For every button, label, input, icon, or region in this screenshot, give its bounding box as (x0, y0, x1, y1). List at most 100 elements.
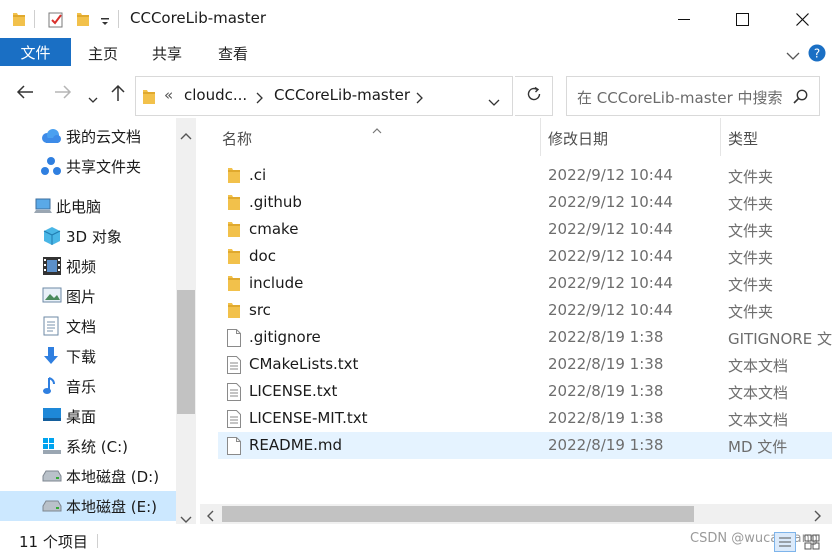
scroll-left-icon[interactable] (206, 508, 214, 526)
chevron-right-icon[interactable] (256, 90, 264, 108)
nav-item-videos[interactable]: 视频 (0, 251, 176, 281)
nav-item-label: 本地磁盘 (D:) (66, 467, 160, 486)
file-name: CMakeLists.txt (249, 355, 359, 373)
nav-item-documents[interactable]: 文档 (0, 311, 176, 341)
file-row[interactable]: LICENSE.txt 2022/8/19 1:38 文本文档 (218, 378, 832, 405)
nav-item-label: 视频 (66, 257, 97, 276)
file-row[interactable]: README.md 2022/8/19 1:38 MD 文件 (218, 432, 832, 459)
nav-item-label: 3D 对象 (66, 227, 122, 246)
folder-icon[interactable] (12, 11, 26, 31)
details-view-button[interactable] (774, 532, 796, 552)
tab-share[interactable]: 共享 (152, 43, 182, 64)
column-header-date[interactable]: 修改日期 (548, 118, 718, 158)
file-row[interactable]: include 2022/9/12 10:44 文件夹 (218, 270, 832, 297)
nav-item-pictures[interactable]: 图片 (0, 281, 176, 311)
search-box[interactable]: 在 CCCoreLib-master 中搜索 (566, 76, 820, 116)
file-row[interactable]: src 2022/9/12 10:44 文件夹 (218, 297, 832, 324)
file-name: LICENSE-MIT.txt (249, 409, 368, 427)
nav-item-label: 系统 (C:) (66, 437, 128, 456)
back-arrow-icon[interactable] (16, 84, 34, 104)
nav-scrollbar[interactable] (176, 118, 196, 524)
file-date: 2022/9/12 10:44 (548, 166, 673, 184)
file-row[interactable]: .ci 2022/9/12 10:44 文件夹 (218, 162, 832, 189)
address-bar[interactable]: « cloudc... CCCoreLib-master (135, 76, 513, 116)
file-date: 2022/8/19 1:38 (548, 355, 664, 373)
downloads-icon (42, 346, 62, 366)
folder-icon (226, 247, 244, 267)
address-segment-parent[interactable]: cloudc... (184, 86, 247, 104)
nav-item-drive-c[interactable]: 系统 (C:) (0, 431, 176, 461)
scroll-thumb[interactable] (222, 506, 694, 522)
file-date: 2022/9/12 10:44 (548, 301, 673, 319)
local-disk-icon (42, 469, 62, 489)
column-header-type[interactable]: 类型 (728, 118, 832, 158)
qat-dropdown-icon[interactable] (100, 13, 110, 31)
address-dropdown-icon[interactable] (488, 93, 500, 111)
nav-item-label: 本地磁盘 (E:) (66, 497, 158, 516)
recent-locations-icon[interactable] (88, 90, 98, 108)
forward-arrow-icon[interactable] (54, 84, 72, 104)
search-icon[interactable] (793, 89, 808, 108)
large-icons-view-button[interactable] (804, 534, 820, 554)
file-name: LICENSE.txt (249, 382, 338, 400)
refresh-button[interactable] (515, 76, 553, 116)
nav-item-shared-folder[interactable]: 共享文件夹 (0, 151, 176, 181)
nav-item-downloads[interactable]: 下载 (0, 341, 176, 371)
title-bar: CCCoreLib-master (0, 0, 832, 38)
nav-item-3d-objects[interactable]: 3D 对象 (0, 221, 176, 251)
address-overflow[interactable]: « (164, 86, 173, 104)
column-divider[interactable] (720, 118, 721, 156)
file-name: .gitignore (249, 328, 321, 346)
maximize-button[interactable] (712, 0, 772, 38)
file-row[interactable]: CMakeLists.txt 2022/8/19 1:38 文本文档 (218, 351, 832, 378)
expand-ribbon-icon[interactable] (786, 47, 800, 65)
scroll-thumb[interactable] (177, 290, 195, 414)
chevron-right-icon[interactable] (416, 90, 424, 108)
file-row[interactable]: .github 2022/9/12 10:44 文件夹 (218, 189, 832, 216)
scroll-up-icon[interactable] (180, 126, 192, 144)
file-list-scrollbar[interactable] (200, 504, 832, 524)
file-row[interactable]: LICENSE-MIT.txt 2022/8/19 1:38 文本文档 (218, 405, 832, 432)
folder-icon (142, 87, 156, 109)
nav-item-drive-d[interactable]: 本地磁盘 (D:) (0, 461, 176, 491)
column-divider[interactable] (540, 118, 541, 156)
file-type: 文件夹 (728, 168, 774, 186)
text-file-icon (226, 409, 244, 429)
cloud-docs-icon (40, 126, 61, 146)
file-row[interactable]: doc 2022/9/12 10:44 文件夹 (218, 243, 832, 270)
help-icon[interactable]: ? (808, 44, 826, 66)
file-date: 2022/9/12 10:44 (548, 193, 673, 211)
system-drive-icon (42, 437, 62, 457)
folder-icon (226, 220, 244, 240)
column-header-name[interactable]: 名称 (222, 118, 542, 158)
close-button[interactable] (772, 0, 832, 38)
nav-item-label: 图片 (66, 287, 97, 306)
column-header-label: 修改日期 (548, 129, 609, 148)
nav-item-drive-e[interactable]: 本地磁盘 (E:) (0, 491, 176, 521)
text-file-icon (226, 355, 244, 375)
address-segment-current[interactable]: CCCoreLib-master (274, 86, 410, 104)
nav-item-this-pc[interactable]: 此电脑 (0, 191, 176, 221)
folder-icon (226, 274, 244, 294)
file-row[interactable]: cmake 2022/9/12 10:44 文件夹 (218, 216, 832, 243)
music-icon (42, 376, 62, 396)
up-arrow-icon[interactable] (110, 84, 126, 106)
scroll-right-icon[interactable] (814, 508, 822, 526)
text-file-icon (226, 382, 244, 402)
file-date: 2022/8/19 1:38 (548, 436, 664, 454)
properties-icon[interactable] (48, 11, 64, 32)
3d-objects-icon (42, 226, 62, 246)
window-title: CCCoreLib-master (130, 9, 267, 27)
new-folder-icon[interactable] (76, 11, 90, 31)
nav-item-music[interactable]: 音乐 (0, 371, 176, 401)
minimize-button[interactable] (654, 0, 714, 38)
nav-item-desktop[interactable]: 桌面 (0, 401, 176, 431)
tab-file[interactable]: 文件 (0, 38, 71, 66)
file-type: 文件夹 (728, 276, 774, 294)
search-input[interactable]: 在 CCCoreLib-master 中搜索 (577, 87, 783, 108)
tab-home[interactable]: 主页 (88, 43, 118, 64)
file-type: 文件夹 (728, 195, 774, 213)
tab-view[interactable]: 查看 (218, 43, 248, 64)
file-row[interactable]: .gitignore 2022/8/19 1:38 GITIGNORE 文件 (218, 324, 832, 351)
nav-item-cloud-docs[interactable]: 我的云文档 (0, 121, 176, 151)
